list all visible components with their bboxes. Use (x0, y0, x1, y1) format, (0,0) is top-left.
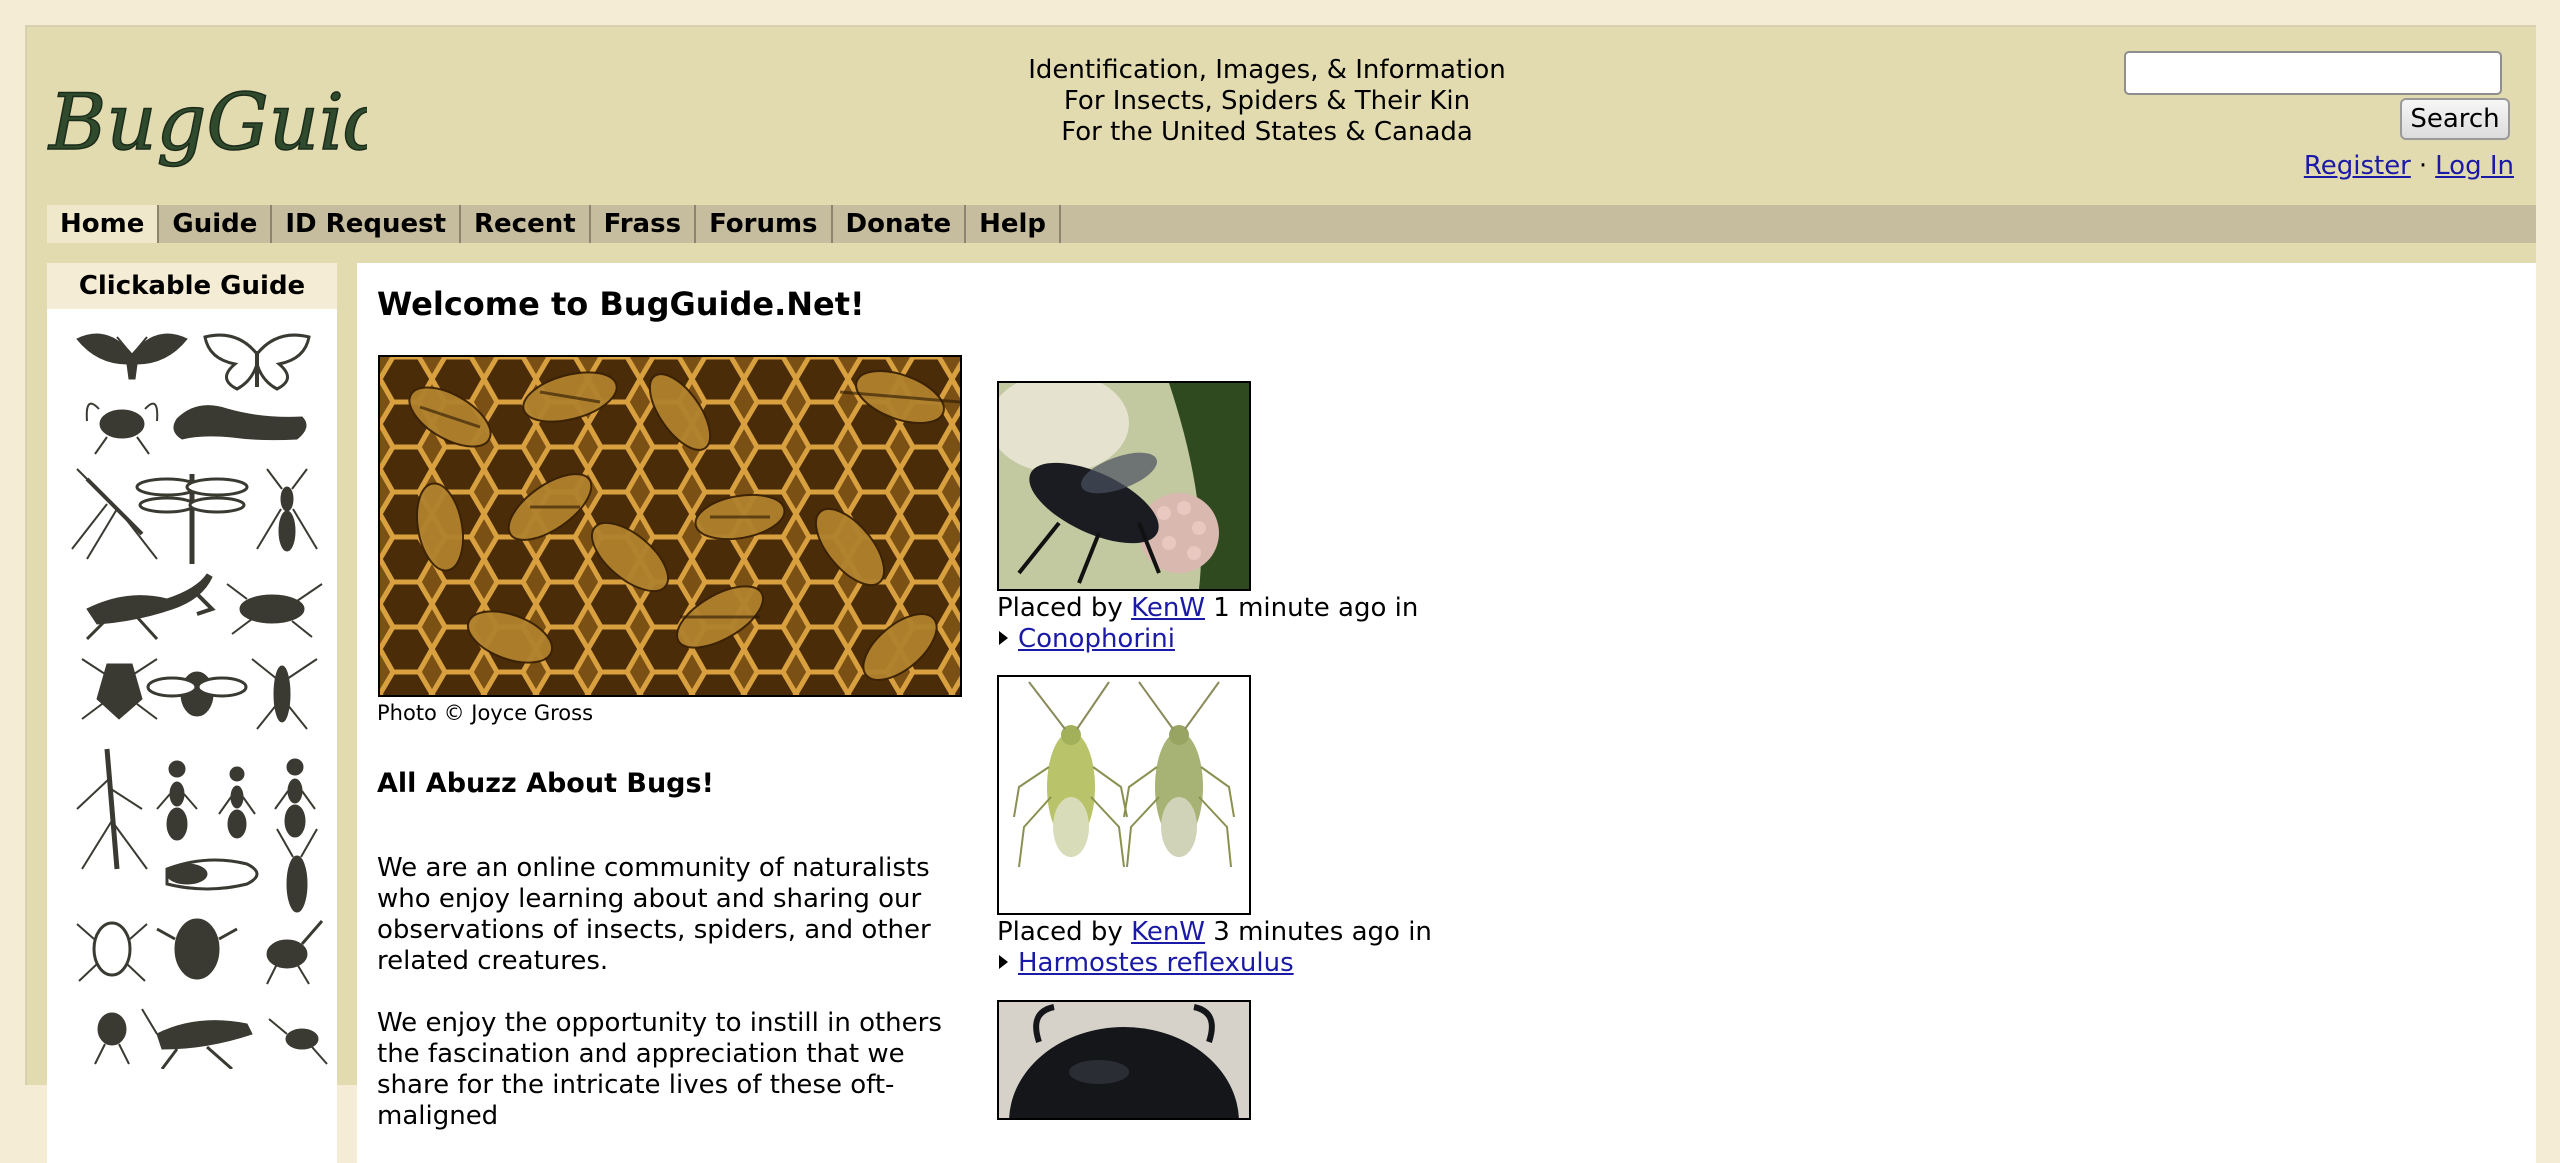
placed-time: 1 minute ago in (1213, 593, 1419, 623)
tagline-line-2: For Insects, Spiders & Their Kin (1063, 86, 1471, 116)
placed-time: 3 minutes ago in (1213, 917, 1432, 947)
search-button[interactable]: Search (2400, 98, 2510, 140)
nav-forums[interactable]: Forums (696, 205, 833, 243)
scarab-icon[interactable] (156, 918, 238, 980)
nav-frass[interactable]: Frass (591, 205, 697, 243)
recent-entry-2: Placed by KenW 3 minutes ago in Harmoste… (997, 917, 1432, 979)
login-link[interactable]: Log In (2435, 151, 2514, 181)
ant-icon[interactable] (218, 766, 256, 839)
butterfly-icon[interactable] (203, 333, 311, 391)
recent-photo-3[interactable] (997, 1000, 1251, 1120)
ant-icon[interactable] (274, 758, 316, 838)
cricket-icon[interactable] (268, 1018, 328, 1065)
mantis-icon[interactable] (85, 573, 216, 641)
beetle-icon[interactable] (76, 921, 148, 982)
moth-icon[interactable] (76, 333, 188, 380)
flea-icon[interactable] (94, 1012, 130, 1065)
placed-by-label: Placed by (997, 593, 1123, 623)
main-content: Welcome to BugGuide.Net! Photo © Joyce G… (357, 263, 2536, 1163)
nav-id-request[interactable]: ID Request (272, 205, 461, 243)
caret-right-icon (999, 955, 1008, 969)
caterpillar-icon[interactable] (173, 405, 307, 441)
nav-recent[interactable]: Recent (461, 205, 591, 243)
user-link[interactable]: KenW (1131, 917, 1205, 947)
bug-silhouettes (71, 333, 328, 1071)
wasp-icon[interactable] (256, 468, 318, 552)
intro-paragraph-2: We enjoy the opportunity to instill in o… (377, 1008, 942, 1131)
tagline-line-1: Identification, Images, & Information (1028, 55, 1506, 85)
assassin-bug-icon[interactable] (251, 658, 318, 730)
taxon-link[interactable]: Conophorini (1018, 624, 1175, 654)
intro-paragraph-1: We are an online community of naturalist… (377, 853, 931, 976)
fly-icon[interactable] (85, 402, 159, 455)
ant-icon[interactable] (156, 760, 198, 841)
intro-heading: All Abuzz About Bugs! (377, 768, 714, 799)
clickable-guide-title: Clickable Guide (47, 263, 337, 309)
search-input[interactable] (2124, 51, 2502, 95)
tagline-line-3: For the United States & Canada (1061, 117, 1473, 147)
nav-donate[interactable]: Donate (833, 205, 967, 243)
nav-guide[interactable]: Guide (159, 205, 273, 243)
user-link[interactable]: KenW (1131, 593, 1205, 623)
caret-right-icon (999, 631, 1008, 645)
photo-credit: Photo © Joyce Gross (377, 701, 594, 725)
cockroach-icon[interactable] (226, 583, 323, 638)
nav-help[interactable]: Help (966, 205, 1062, 243)
stink-bug-icon[interactable] (81, 658, 158, 720)
recent-photo-1[interactable] (997, 381, 1251, 591)
cicada-icon[interactable] (165, 858, 259, 891)
separator: · (2418, 151, 2428, 181)
page-frame: BugGuide Identification, Images, & Infor… (25, 25, 2536, 1163)
bee-icon[interactable] (146, 671, 248, 717)
bugguide-logo[interactable]: BugGuide (46, 69, 441, 179)
grasshopper-icon[interactable] (141, 1008, 253, 1071)
recent-photo-2[interactable] (997, 675, 1251, 915)
logo-text: BugGuide (47, 78, 367, 168)
weevil-icon[interactable] (266, 920, 324, 985)
nav-home[interactable]: Home (47, 205, 160, 243)
stick-insect-icon[interactable] (76, 748, 148, 870)
featured-photo[interactable] (378, 355, 962, 697)
taxon-link[interactable]: Harmostes reflexulus (1018, 948, 1294, 978)
clickable-guide: Clickable Guide (47, 263, 337, 1163)
main-nav: Home Guide ID Request Recent Frass Forum… (47, 205, 2536, 243)
placed-by-label: Placed by (997, 917, 1123, 947)
auth-links: Register · Log In (2304, 151, 2514, 181)
site-tagline: Identification, Images, & Information Fo… (867, 55, 1667, 148)
longhorn-beetle-icon[interactable] (276, 828, 318, 913)
page-title: Welcome to BugGuide.Net! (377, 285, 865, 323)
recent-entry-1: Placed by KenW 1 minute ago in Conophori… (997, 593, 1418, 655)
register-link[interactable]: Register (2304, 151, 2411, 181)
dragonfly-icon[interactable] (135, 474, 249, 564)
